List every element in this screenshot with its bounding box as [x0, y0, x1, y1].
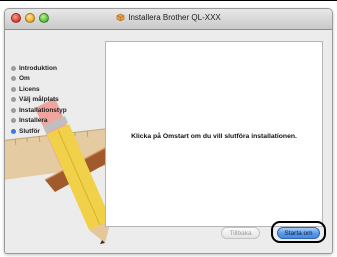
step-installera: Installera [11, 116, 67, 127]
top-border-line [0, 0, 337, 1]
step-indicator-icon [11, 86, 16, 92]
content-panel: Klicka på Omstart om du vill slutföra in… [105, 41, 323, 227]
title-bar[interactable]: Installera Brother QL-XXX [5, 9, 332, 30]
window-title: Installera Brother QL-XXX [5, 13, 332, 22]
step-indicator-icon [11, 107, 16, 113]
step-label: Slutför [19, 127, 40, 135]
step-indicator-icon [11, 97, 16, 103]
installer-window: Installera Brother QL-XXX Introduktion O… [4, 8, 333, 254]
installer-steps-list: Introduktion Om Licens Välj målplats Ins… [11, 63, 67, 137]
current-step-indicator-icon [11, 128, 16, 134]
step-label: Om [19, 75, 30, 83]
restart-message: Klicka på Omstart om du vill slutföra in… [131, 133, 297, 140]
step-licens: Licens [11, 84, 67, 95]
step-om: Om [11, 74, 67, 85]
back-button[interactable]: Tillbaka [221, 227, 260, 239]
step-label: Installera [19, 117, 48, 125]
window-title-text: Installera Brother QL-XXX [128, 13, 221, 22]
step-indicator-icon [11, 76, 16, 82]
step-indicator-icon [11, 118, 16, 124]
step-label: Välj målplats [19, 96, 59, 104]
step-indicator-icon [11, 65, 16, 71]
step-slutfor: Slutför [11, 126, 67, 137]
step-label: Introduktion [19, 64, 57, 72]
package-icon [116, 13, 125, 21]
step-valj-malplats: Välj målplats [11, 95, 67, 106]
highlight-callout [271, 221, 326, 243]
step-label: Licens [19, 85, 40, 93]
step-label: Installationstyp [19, 106, 67, 114]
step-introduktion: Introduktion [11, 63, 67, 74]
step-installationstyp: Installationstyp [11, 105, 67, 116]
